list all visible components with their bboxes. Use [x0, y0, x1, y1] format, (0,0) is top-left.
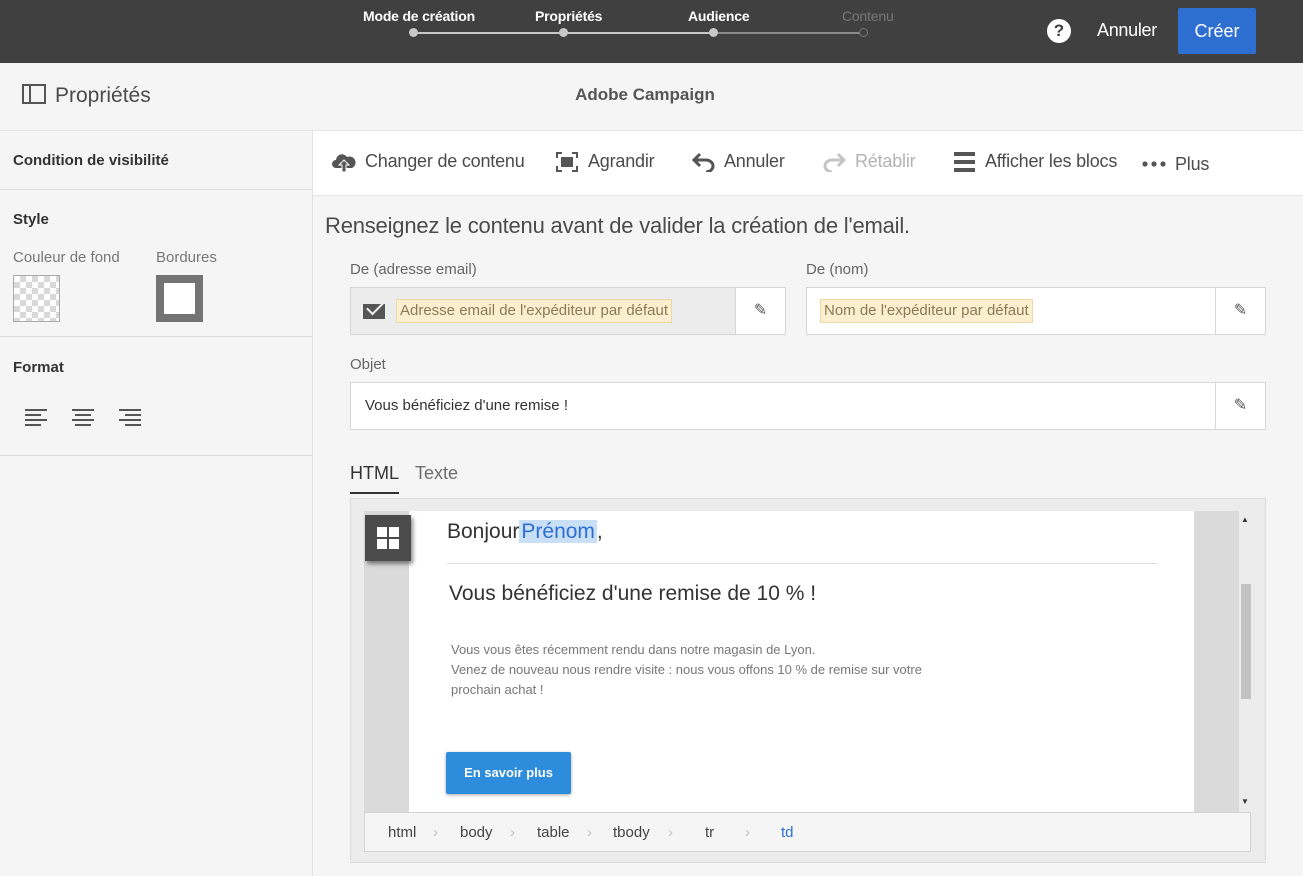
style-label: Style — [13, 211, 49, 228]
editor-scrollbar[interactable]: ▲ ▼ — [1239, 511, 1251, 812]
redo-icon — [823, 152, 846, 172]
email-canvas: BonjourPrénom, Vous bénéficiez d'une rem… — [364, 511, 1251, 812]
properties-sidebar: Condition de visibilité Style Couleur de… — [0, 131, 313, 876]
scroll-up-icon[interactable]: ▲ — [1241, 515, 1249, 524]
more-icon[interactable] — [1142, 161, 1166, 167]
step-properties[interactable]: Propriétés — [535, 8, 602, 24]
step-audience[interactable]: Audience — [688, 8, 750, 24]
chevron-right-icon: › — [433, 824, 438, 841]
format-section: Format — [0, 337, 312, 456]
step-content: Contenu — [842, 8, 894, 24]
visibility-section[interactable]: Condition de visibilité — [0, 131, 312, 190]
tab-text[interactable]: Texte — [415, 463, 458, 484]
firstname-field[interactable]: Prénom — [519, 520, 597, 543]
greeting-line[interactable]: BonjourPrénom, — [447, 520, 603, 544]
step-dot-2 — [559, 28, 568, 37]
crumb-tr[interactable]: tr — [705, 824, 714, 841]
borders-label: Bordures — [156, 249, 217, 266]
cancel-button[interactable]: Annuler — [1097, 20, 1157, 41]
align-center-icon[interactable] — [72, 409, 94, 427]
envelope-icon — [363, 304, 385, 319]
undo-icon[interactable] — [692, 152, 716, 172]
email-editor: BonjourPrénom, Vous bénéficiez d'une rem… — [350, 498, 1266, 863]
visibility-condition-label[interactable]: Condition de visibilité — [13, 152, 169, 169]
greeting-text: Bonjour — [447, 520, 520, 543]
app-title: Adobe Campaign — [575, 85, 715, 104]
tab-html[interactable]: HTML — [350, 463, 399, 494]
enlarge-button[interactable]: Agrandir — [588, 151, 655, 172]
step-dot-4 — [859, 28, 868, 37]
cloud-upload-icon[interactable] — [332, 151, 356, 173]
background-color-label: Couleur de fond — [13, 249, 120, 266]
body-line-3: prochain achat ! — [451, 682, 544, 697]
create-button[interactable]: Créer — [1178, 8, 1256, 54]
email-content[interactable]: BonjourPrénom, Vous bénéficiez d'une rem… — [409, 511, 1194, 812]
crumb-table[interactable]: table — [537, 824, 570, 841]
crumb-html[interactable]: html — [388, 824, 416, 841]
more-button[interactable]: Plus — [1175, 154, 1209, 175]
blocks-icon[interactable] — [954, 152, 975, 172]
subject-field[interactable]: Vous bénéficiez d'une remise ! ✎ — [350, 382, 1266, 430]
body-line-2: Venez de nouveau nous rendre visite : no… — [451, 662, 922, 677]
chevron-right-icon: › — [587, 824, 592, 841]
editor-toolbar: Changer de contenu Agrandir Annuler Réta… — [313, 131, 1303, 196]
enlarge-icon[interactable] — [556, 152, 578, 172]
show-blocks-button[interactable]: Afficher les blocs — [985, 151, 1117, 172]
borders-swatch[interactable] — [156, 275, 203, 322]
edit-pencil-icon[interactable]: ✎ — [735, 288, 785, 334]
align-right-icon[interactable] — [119, 409, 141, 427]
email-title[interactable]: Vous bénéficiez d'une remise de 10 % ! — [449, 582, 816, 606]
from-name-label: De (nom) — [806, 261, 869, 278]
from-name-placeholder: Nom de l'expéditeur par défaut — [820, 299, 1033, 323]
edit-pencil-icon[interactable]: ✎ — [1215, 383, 1265, 429]
learn-more-button[interactable]: En savoir plus — [446, 752, 571, 794]
from-name-field[interactable]: Nom de l'expéditeur par défaut ✎ — [806, 287, 1266, 335]
element-path-breadcrumb: html › body › table › tbody › tr › td — [364, 812, 1251, 852]
scroll-thumb[interactable] — [1241, 584, 1251, 699]
intro-text: Renseignez le contenu avant de valider l… — [325, 213, 910, 238]
from-email-placeholder: Adresse email de l'expéditeur par défaut — [396, 299, 673, 323]
undo-button[interactable]: Annuler — [724, 151, 785, 172]
background-color-swatch[interactable] — [13, 275, 60, 322]
step-creation-mode[interactable]: Mode de création — [363, 8, 475, 24]
change-content-button[interactable]: Changer de contenu — [365, 151, 525, 172]
email-body[interactable]: Vous vous êtes récemment rendu dans notr… — [451, 640, 1011, 700]
body-line-1: Vous vous êtes récemment rendu dans notr… — [451, 642, 816, 657]
from-email-label: De (adresse email) — [350, 261, 477, 278]
step-dot-3 — [709, 28, 718, 37]
redo-button: Rétablir — [855, 151, 916, 171]
step-remaining-line — [714, 32, 864, 34]
help-icon[interactable]: ? — [1047, 19, 1071, 43]
edit-pencil-icon[interactable]: ✎ — [1215, 288, 1265, 334]
crumb-body[interactable]: body — [460, 824, 493, 841]
email-divider — [447, 563, 1157, 564]
crumb-td[interactable]: td — [781, 824, 794, 841]
title-bar: Propriétés Adobe Campaign — [0, 63, 1303, 131]
greeting-punct: , — [596, 520, 603, 543]
chevron-right-icon: › — [745, 824, 750, 841]
block-structure-icon[interactable] — [365, 515, 411, 561]
from-email-field[interactable]: Adresse email de l'expéditeur par défaut… — [350, 287, 786, 335]
align-left-icon[interactable] — [25, 409, 47, 427]
scroll-down-icon[interactable]: ▼ — [1241, 797, 1249, 806]
subject-value: Vous bénéficiez d'une remise ! — [365, 397, 568, 414]
format-label: Format — [13, 359, 64, 376]
chevron-right-icon: › — [668, 824, 673, 841]
crumb-tbody[interactable]: tbody — [613, 824, 650, 841]
chevron-right-icon: › — [510, 824, 515, 841]
main-area: Changer de contenu Agrandir Annuler Réta… — [313, 131, 1303, 876]
subject-label: Objet — [350, 356, 386, 373]
wizard-bar: Mode de création Propriétés Audience Con… — [0, 0, 1303, 63]
step-dot-1 — [409, 28, 418, 37]
